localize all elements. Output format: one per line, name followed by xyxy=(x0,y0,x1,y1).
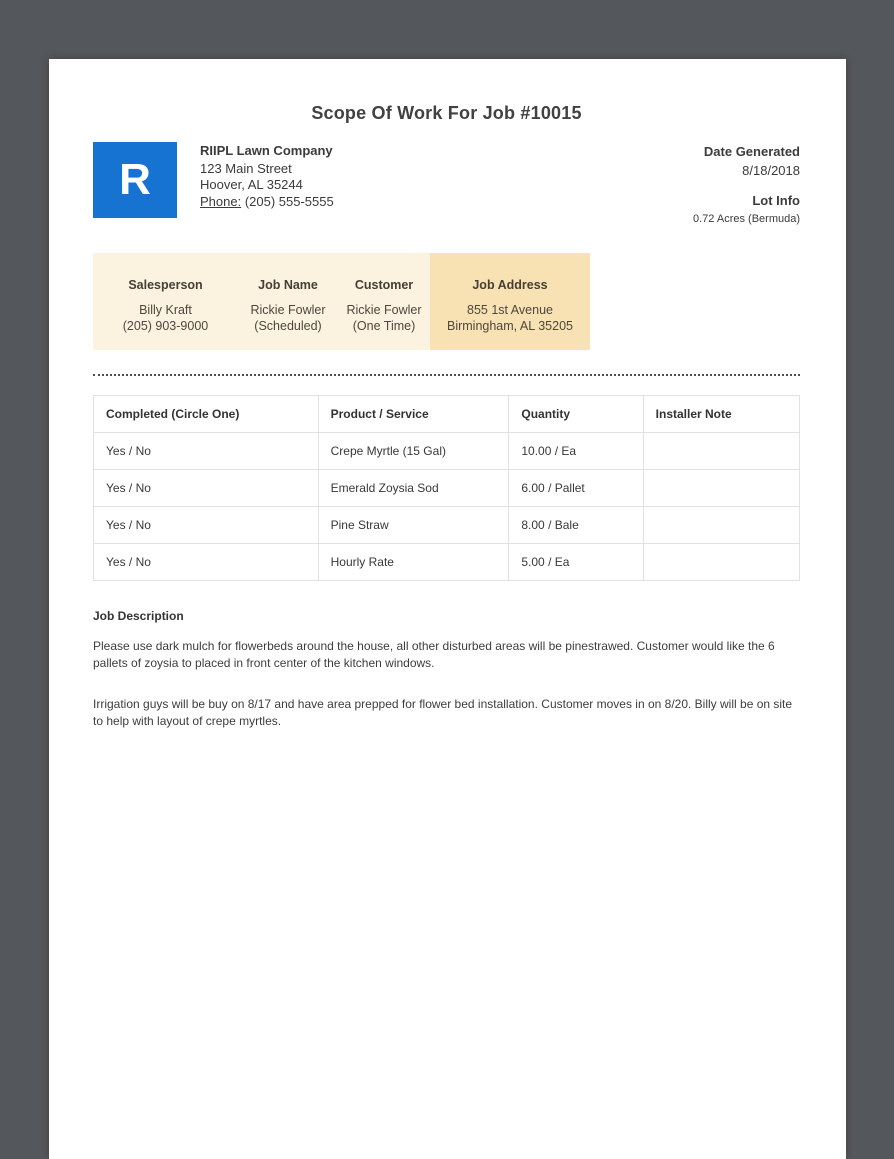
job-description-heading: Job Description xyxy=(93,609,184,623)
job-description-paragraph-2: Irrigation guys will be buy on 8/17 and … xyxy=(93,697,793,728)
quantity-cell: 5.00 / Ea xyxy=(508,543,644,581)
table-row: Yes / No Pine Straw 8.00 / Bale xyxy=(93,506,801,544)
table-row: Yes / No Crepe Myrtle (15 Gal) 10.00 / E… xyxy=(93,432,801,470)
document-header: R RIIPL Lawn Company 123 Main Street Hoo… xyxy=(93,142,800,225)
company-name: RIIPL Lawn Company xyxy=(200,143,333,158)
summary-label: Job Address xyxy=(472,278,548,292)
table-row: Yes / No Emerald Zoysia Sod 6.00 / Palle… xyxy=(93,469,801,507)
meta-block: Date Generated 8/18/2018 Lot Info 0.72 A… xyxy=(693,142,800,225)
installer-note-cell xyxy=(642,432,801,470)
header-quantity: Quantity xyxy=(508,395,644,433)
job-description-paragraph-1: Please use dark mulch for flowerbeds aro… xyxy=(93,639,775,670)
summary-value: Rickie Fowler xyxy=(346,302,422,317)
dashed-divider xyxy=(93,374,800,376)
summary-label: Job Name xyxy=(258,278,318,292)
summary-value: Billy Kraft xyxy=(139,302,192,317)
company-phone: Phone: (205) 555-5555 xyxy=(200,194,334,211)
job-summary-bar: Salesperson Billy Kraft (205) 903-9000 J… xyxy=(93,253,590,350)
phone-number: (205) 555-5555 xyxy=(244,193,334,209)
lot-info-label: Lot Info xyxy=(752,193,800,208)
header-product-service: Product / Service xyxy=(317,395,510,433)
company-logo-letter: R xyxy=(119,155,151,204)
company-logo: R xyxy=(93,142,177,218)
installer-note-cell xyxy=(642,506,801,544)
page-title: Scope Of Work For Job #10015 xyxy=(311,103,582,123)
summary-column-job-name: Job Name Rickie Fowler (Scheduled) xyxy=(238,253,338,350)
product-cell: Emerald Zoysia Sod xyxy=(317,469,510,507)
installer-note-cell xyxy=(642,543,801,581)
summary-label: Customer xyxy=(354,278,414,292)
summary-value: 855 1st Avenue xyxy=(467,302,553,317)
summary-value: (One Time) xyxy=(352,319,416,333)
summary-column-customer: Customer Rickie Fowler (One Time) xyxy=(338,253,430,350)
summary-label: Salesperson xyxy=(128,278,203,292)
summary-column-salesperson: Salesperson Billy Kraft (205) 903-9000 xyxy=(93,253,238,350)
table-header-row: Completed (Circle One) Product / Service… xyxy=(93,395,801,433)
lot-info-value: 0.72 Acres (Bermuda) xyxy=(693,213,800,225)
summary-value: (Scheduled) xyxy=(254,319,322,333)
work-items-table: Completed (Circle One) Product / Service… xyxy=(93,395,801,581)
product-cell: Pine Straw xyxy=(317,506,510,544)
completed-cell: Yes / No xyxy=(93,432,319,470)
summary-value: (205) 903-9000 xyxy=(122,319,209,333)
product-cell: Crepe Myrtle (15 Gal) xyxy=(317,432,510,470)
document-page: Scope Of Work For Job #10015 R RIIPL Law… xyxy=(49,59,846,1159)
completed-cell: Yes / No xyxy=(93,543,319,581)
company-address-line2: Hoover, AL 35244 xyxy=(200,177,303,192)
summary-value: Rickie Fowler xyxy=(250,302,326,317)
summary-value: Birmingham, AL 35205 xyxy=(446,319,573,333)
company-address-line1: 123 Main Street xyxy=(200,160,292,176)
completed-cell: Yes / No xyxy=(93,506,319,544)
date-generated-value: 8/18/2018 xyxy=(742,163,800,178)
phone-label: Phone: xyxy=(200,193,242,209)
quantity-cell: 10.00 / Ea xyxy=(508,432,644,470)
completed-cell: Yes / No xyxy=(93,469,319,507)
quantity-cell: 6.00 / Pallet xyxy=(508,469,644,507)
summary-column-job-address: Job Address 855 1st Avenue Birmingham, A… xyxy=(430,253,590,350)
header-installer-note: Installer Note xyxy=(642,395,801,433)
date-generated-label: Date Generated xyxy=(703,144,800,159)
header-completed: Completed (Circle One) xyxy=(93,395,319,433)
company-block: R RIIPL Lawn Company 123 Main Street Hoo… xyxy=(93,142,334,225)
product-cell: Hourly Rate xyxy=(317,543,510,581)
installer-note-cell xyxy=(642,469,801,507)
company-info: RIIPL Lawn Company 123 Main Street Hoove… xyxy=(200,142,334,225)
quantity-cell: 8.00 / Bale xyxy=(508,506,644,544)
table-row: Yes / No Hourly Rate 5.00 / Ea xyxy=(93,543,801,581)
